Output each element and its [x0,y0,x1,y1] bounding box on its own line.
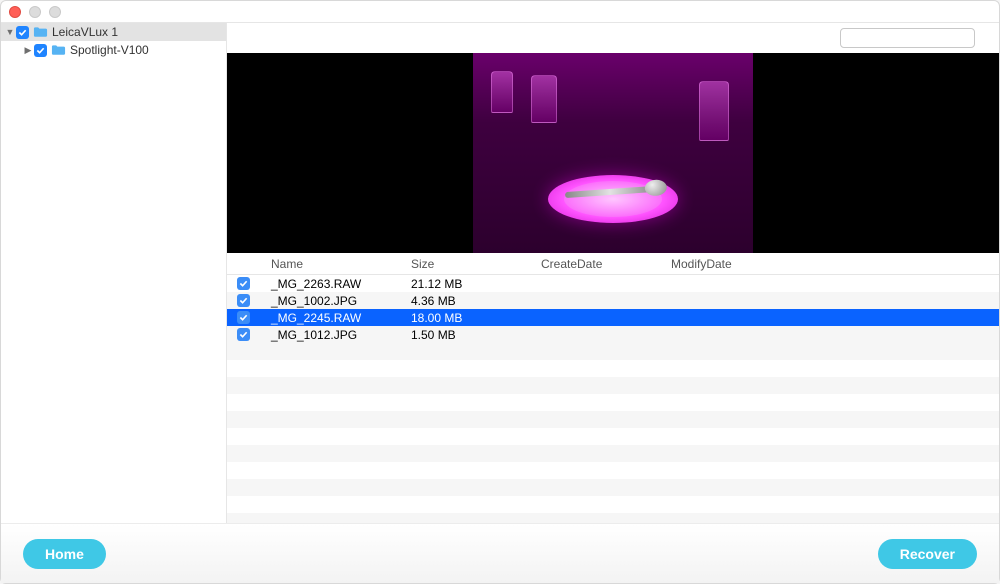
disclosure-triangle-icon[interactable]: ▶ [23,45,33,56]
tree-item-child[interactable]: ▶ Spotlight-V100 [1,41,226,59]
tree-checkbox[interactable] [16,26,29,39]
window-zoom-button[interactable] [49,6,61,18]
cell-size: 21.12 MB [407,277,537,291]
cell-name: _MG_2263.RAW [267,277,407,291]
search-field[interactable] [840,28,975,48]
folder-icon [33,26,48,38]
folder-icon [51,44,66,56]
col-modifydate[interactable]: ModifyDate [667,257,999,271]
row-checkbox[interactable] [237,277,250,290]
disclosure-triangle-icon[interactable]: ▼ [5,27,15,37]
row-checkbox[interactable] [237,328,250,341]
folder-tree: ▼ LeicaVLux 1 ▶ Spotlight-V100 [1,23,227,523]
table-row[interactable]: _MG_1012.JPG1.50 MB [227,326,999,343]
window-close-button[interactable] [9,6,21,18]
cell-size: 4.36 MB [407,294,537,308]
app-window: ▼ LeicaVLux 1 ▶ Spotlight-V100 [0,0,1000,584]
image-preview [227,53,999,253]
table-row[interactable]: _MG_2245.RAW18.00 MB [227,309,999,326]
table-header: Name Size CreateDate ModifyDate [227,253,999,275]
tree-label: Spotlight-V100 [70,43,149,57]
row-checkbox[interactable] [237,311,250,324]
table-row[interactable]: _MG_2263.RAW21.12 MB [227,275,999,292]
window-minimize-button[interactable] [29,6,41,18]
col-createdate[interactable]: CreateDate [537,257,667,271]
col-size[interactable]: Size [407,257,537,271]
titlebar [1,1,999,23]
footer: Home Recover [1,523,999,583]
tree-label: LeicaVLux 1 [52,25,118,39]
tree-item-root[interactable]: ▼ LeicaVLux 1 [1,23,226,41]
content-row: ▼ LeicaVLux 1 ▶ Spotlight-V100 [1,23,999,523]
file-table: Name Size CreateDate ModifyDate _MG_2263… [227,253,999,523]
row-checkbox[interactable] [237,294,250,307]
tree-checkbox[interactable] [34,44,47,57]
table-row[interactable]: _MG_1002.JPG4.36 MB [227,292,999,309]
empty-rows [227,343,999,523]
cell-name: _MG_1002.JPG [267,294,407,308]
col-name[interactable]: Name [267,257,407,271]
preview-thumbnail [473,53,753,253]
main-panel: Name Size CreateDate ModifyDate _MG_2263… [227,23,999,523]
cell-size: 18.00 MB [407,311,537,325]
cell-name: _MG_2245.RAW [267,311,407,325]
home-button[interactable]: Home [23,539,106,569]
search-input[interactable] [850,32,992,44]
toolbar [828,23,987,53]
recover-button[interactable]: Recover [878,539,977,569]
cell-size: 1.50 MB [407,328,537,342]
cell-name: _MG_1012.JPG [267,328,407,342]
